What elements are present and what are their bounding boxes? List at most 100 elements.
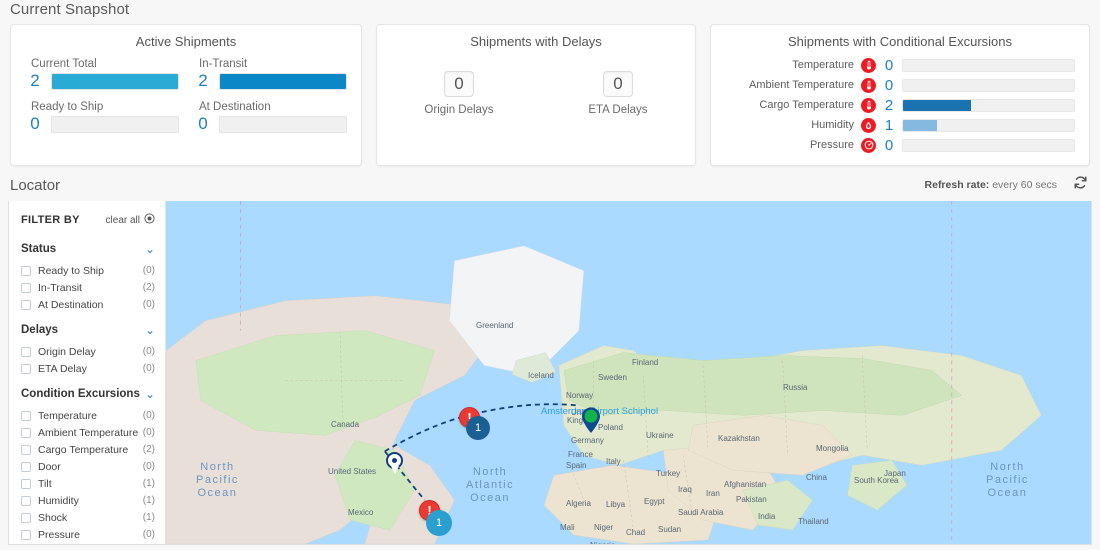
metric-value: 0 (198, 114, 208, 133)
locator-title: Locator (10, 176, 61, 194)
filter-group-header[interactable]: Status ⌄ (21, 243, 155, 255)
metric-bar (219, 72, 347, 90)
excursion-value: 1 (884, 116, 894, 134)
excursion-bar (902, 138, 1075, 152)
excursions-title: Shipments with Conditional Excursions (788, 34, 1012, 49)
filter-option[interactable]: Pressure (0) (21, 526, 155, 543)
refresh-rate: Refresh rate: every 60 secs (925, 179, 1057, 191)
origin-marker[interactable] (386, 452, 403, 474)
filter-group-title: Status (21, 243, 57, 255)
filter-group-header[interactable]: Condition Excursions ⌄ (21, 388, 155, 400)
gauge-icon (861, 137, 876, 153)
checkbox[interactable] (21, 410, 31, 421)
excursion-row: Cargo Temperature 2 (721, 95, 1075, 115)
checkbox[interactable] (21, 282, 31, 293)
metric-label: In-Transit (199, 58, 248, 70)
checkbox[interactable] (21, 427, 31, 438)
locator-map[interactable]: Greenland Iceland Canada United States Mexic… (166, 201, 1091, 544)
metric-at-destination: At Destination 0 (193, 101, 347, 134)
metric-bar (51, 115, 179, 133)
filter-option[interactable]: In-Transit (2) (21, 279, 155, 296)
filter-option[interactable]: Ready to Ship (0) (21, 262, 155, 279)
excursion-label: Temperature (792, 59, 854, 71)
checkbox[interactable] (21, 265, 31, 276)
checkbox[interactable] (21, 512, 31, 523)
filter-option-count: (2) (142, 282, 155, 293)
filter-option-count: (0) (142, 299, 155, 310)
clear-all-label: clear all (105, 214, 140, 226)
filter-group-title: Delays (21, 324, 59, 336)
filter-option-label: In-Transit (38, 281, 82, 294)
origin-delays-label: Origin Delays (424, 104, 494, 116)
checkbox[interactable] (21, 478, 31, 489)
shipment-cluster-north-atlantic[interactable]: 1 (466, 416, 490, 440)
filter-option-count: (0) (142, 427, 155, 438)
checkbox[interactable] (21, 363, 31, 374)
metric-in-transit: In-Transit 2 (193, 58, 347, 91)
delays-title: Shipments with Delays (470, 34, 602, 49)
filter-panel: FILTER BY clear all Status ⌄ Ready to Ship… (9, 201, 166, 544)
excursion-row: Humidity 1 (721, 115, 1075, 135)
filter-option[interactable]: Temperature (0) (21, 407, 155, 424)
filter-option[interactable]: Tilt (1) (21, 475, 155, 492)
checkbox[interactable] (21, 346, 31, 357)
eta-delays-label: ETA Delays (588, 104, 648, 116)
filter-option-label: Door (38, 460, 61, 473)
filter-option-count: (1) (142, 478, 155, 489)
checkbox[interactable] (21, 495, 31, 506)
filter-option-count: (0) (142, 265, 155, 276)
filter-option-count: (1) (142, 495, 155, 506)
filter-heading: FILTER BY (21, 214, 80, 226)
metric-bar (51, 72, 179, 90)
filter-option-count: (0) (142, 346, 155, 357)
excursion-label: Cargo Temperature (759, 99, 854, 111)
excursion-row: Ambient Temperature 0 (721, 75, 1075, 95)
chevron-down-icon: ⌄ (144, 323, 155, 337)
filter-option[interactable]: Cargo Temperature (2) (21, 441, 155, 458)
checkbox[interactable] (21, 299, 31, 310)
clear-all-button[interactable]: clear all (106, 211, 155, 229)
filter-option-count: (0) (142, 529, 155, 540)
shipment-cluster-caribbean[interactable]: 1 (426, 510, 452, 536)
filter-group-title: Condition Excursions (21, 388, 140, 400)
origin-delays-value: 0 (443, 71, 474, 97)
checkbox[interactable] (21, 444, 31, 455)
excursion-label: Ambient Temperature (749, 79, 854, 91)
checkbox[interactable] (21, 529, 31, 540)
excursion-row: Pressure 0 (721, 135, 1075, 155)
checkbox[interactable] (21, 461, 31, 472)
filter-option[interactable]: Shock (1) (21, 509, 155, 526)
excursion-value: 0 (884, 76, 894, 94)
chevron-down-icon: ⌄ (144, 387, 155, 401)
metric-ready-to-ship: Ready to Ship 0 (25, 101, 179, 134)
origin-delays-metric: 0 Origin Delays (424, 71, 493, 116)
destination-marker-schiphol[interactable] (580, 406, 602, 434)
filter-option[interactable]: Ambient Temperature (0) (21, 424, 155, 441)
clear-circle-icon (144, 211, 155, 229)
snapshot-cards: Active Shipments Current Total 2 In-Tran… (0, 18, 1100, 166)
filter-option-count: (0) (142, 410, 155, 421)
filter-option[interactable]: Door (0) (21, 458, 155, 475)
metric-current-total: Current Total 2 (25, 58, 179, 91)
excursion-row: Temperature 0 (721, 55, 1075, 75)
filter-option-label: Cargo Temperature (38, 443, 129, 456)
excursion-rows: Temperature 0 Ambient Temperature 0 Cargo Te… (711, 49, 1089, 155)
filter-option[interactable]: Humidity (1) (21, 492, 155, 509)
excursion-value: 0 (884, 136, 894, 154)
filter-option-count: (1) (142, 512, 155, 523)
filter-option-count: (0) (142, 461, 155, 472)
refresh-icon[interactable] (1073, 175, 1088, 195)
filter-option[interactable]: ETA Delay (0) (21, 360, 155, 377)
filter-option-label: Pressure (38, 528, 81, 541)
filter-option-label: At Destination (38, 298, 104, 311)
filter-group-header[interactable]: Delays ⌄ (21, 324, 155, 336)
filter-option[interactable]: At Destination (0) (21, 296, 155, 313)
metric-value: 2 (198, 71, 208, 90)
active-shipments-title: Active Shipments (135, 34, 237, 49)
eta-delays-value: 0 (602, 71, 633, 97)
active-shipments-metrics: Current Total 2 In-Transit 2 Ready to Sh… (11, 49, 361, 134)
filter-option[interactable]: Origin Delay (0) (21, 343, 155, 360)
refresh-rate-value: every 60 secs (992, 179, 1057, 191)
excursion-bar (902, 118, 1075, 132)
excursion-value: 0 (884, 56, 894, 74)
